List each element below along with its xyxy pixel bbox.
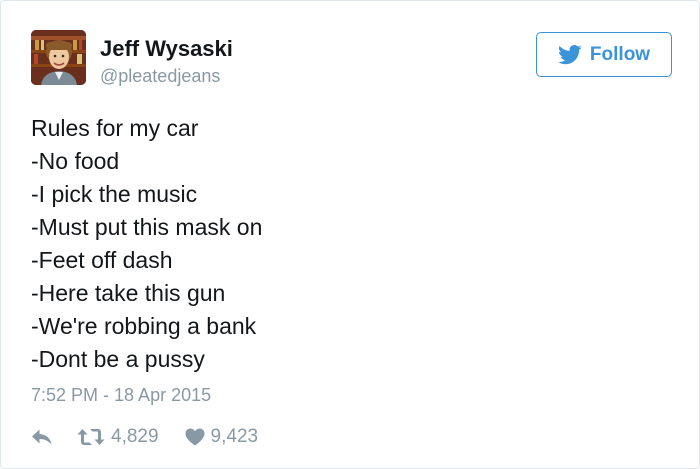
reply-button[interactable] <box>31 428 53 446</box>
retweet-icon <box>77 428 105 446</box>
tweet-line: -Dont be a pussy <box>31 346 205 372</box>
reply-icon <box>31 428 53 446</box>
tweet-line: -Must put this mask on <box>31 214 263 240</box>
tweet-timestamp[interactable]: 7:52 PM - 18 Apr 2015 <box>31 383 211 407</box>
avatar-image <box>31 30 86 85</box>
tweet-text: Rules for my car -No food -I pick the mu… <box>31 112 671 376</box>
tweet-line: -Here take this gun <box>31 280 226 306</box>
user-handle[interactable]: @pleatedjeans <box>100 65 220 87</box>
follow-button-label: Follow <box>589 43 651 65</box>
tweet-actions: 4,829 9,423 <box>31 423 258 451</box>
twitter-bird-icon <box>557 44 582 65</box>
tweet-line: -I pick the music <box>31 181 198 207</box>
retweet-button[interactable]: 4,829 <box>77 426 159 448</box>
tweet-line: -Feet off dash <box>31 247 173 273</box>
avatar[interactable] <box>31 30 86 85</box>
tweet-line: -We're robbing a bank <box>31 313 257 339</box>
tweet-line: -No food <box>31 148 120 174</box>
follow-button[interactable]: Follow <box>536 32 672 77</box>
retweet-count: 4,829 <box>111 426 159 447</box>
tweet-card: Jeff Wysaski @pleatedjeans Follow Rules … <box>0 0 700 469</box>
like-button[interactable]: 9,423 <box>185 426 259 448</box>
user-display-name[interactable]: Jeff Wysaski <box>100 36 233 62</box>
heart-icon <box>185 428 205 446</box>
like-count: 9,423 <box>210 426 259 447</box>
tweet-line: Rules for my car <box>31 115 199 141</box>
